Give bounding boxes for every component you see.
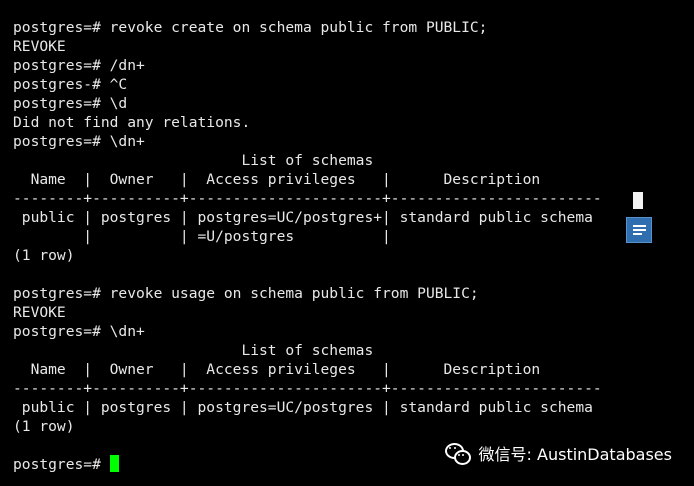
row-count: (1 row) <box>13 247 75 264</box>
terminal-line: REVOKE <box>13 304 66 321</box>
watermark-label: 微信号: AustinDatabases <box>478 444 672 464</box>
terminal-line: postgres=# \d <box>13 95 128 112</box>
watermark: 微信号: AustinDatabases <box>444 443 672 465</box>
terminal-line: postgres=# revoke create on schema publi… <box>13 19 488 36</box>
table-row: public | postgres | postgres=UC/postgres… <box>13 399 593 416</box>
table-row: public | postgres | postgres=UC/postgres… <box>13 209 593 226</box>
prompt-text: postgres=# <box>13 456 110 473</box>
text-cursor <box>109 455 119 472</box>
document-icon[interactable] <box>626 217 652 243</box>
terminal-window[interactable]: postgres=# revoke create on schema publi… <box>0 0 694 486</box>
terminal-line: postgres-# ^C <box>13 76 128 93</box>
terminal-line: postgres=# revoke usage on schema public… <box>13 285 479 302</box>
table-title: List of schemas <box>13 342 374 359</box>
wechat-icon <box>444 443 471 465</box>
terminal-line: postgres=# \dn+ <box>13 323 145 340</box>
table-header: Name | Owner | Access privileges | Descr… <box>13 361 541 378</box>
row-count: (1 row) <box>13 418 75 435</box>
table-row: | | =U/postgres | <box>13 228 391 245</box>
table-separator: --------+----------+--------------------… <box>13 190 602 207</box>
terminal-line: REVOKE <box>13 38 66 55</box>
table-separator: --------+----------+--------------------… <box>13 380 602 397</box>
terminal-line: Did not find any relations. <box>13 114 251 131</box>
table-header: Name | Owner | Access privileges | Descr… <box>13 171 541 188</box>
terminal-line: postgres=# /dn+ <box>13 57 145 74</box>
terminal-line: postgres=# \dn+ <box>13 133 145 150</box>
table-title: List of schemas <box>13 152 374 169</box>
mouse-cursor-block <box>633 192 643 209</box>
